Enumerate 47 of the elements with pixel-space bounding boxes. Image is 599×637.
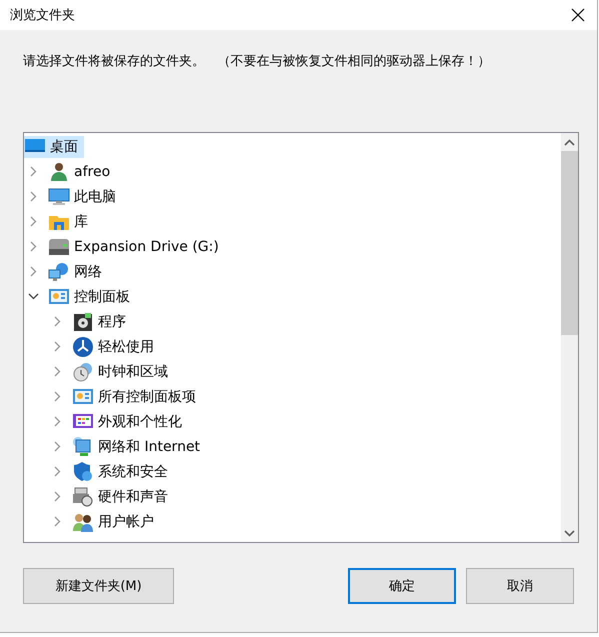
expand-chevron-icon[interactable] bbox=[52, 316, 63, 327]
tree-item[interactable]: afreo bbox=[48, 160, 116, 182]
expand-chevron-icon[interactable] bbox=[28, 241, 39, 252]
close-icon[interactable] bbox=[571, 8, 585, 22]
tree-item[interactable]: 所有控制面板项 bbox=[72, 386, 202, 408]
tree-item[interactable]: 桌面 bbox=[24, 136, 84, 158]
tree-item[interactable]: 轻松使用 bbox=[72, 336, 160, 358]
expand-chevron-icon[interactable] bbox=[52, 516, 63, 527]
expand-chevron-icon[interactable] bbox=[52, 366, 63, 377]
tree-item[interactable]: 系统和安全 bbox=[72, 460, 174, 482]
expand-chevron-icon[interactable] bbox=[52, 441, 63, 452]
scroll-up-icon[interactable] bbox=[564, 138, 575, 146]
network-icon bbox=[48, 260, 70, 282]
ok-button[interactable]: 确定 bbox=[348, 568, 456, 604]
expand-chevron-icon[interactable] bbox=[28, 216, 39, 227]
accessibility-icon bbox=[72, 336, 94, 358]
expand-chevron-icon[interactable] bbox=[28, 191, 39, 202]
expand-chevron-icon[interactable] bbox=[52, 341, 63, 352]
cancel-button[interactable]: 取消 bbox=[466, 568, 574, 604]
tree-item[interactable]: 外观和个性化 bbox=[72, 410, 188, 432]
user-icon bbox=[48, 160, 70, 182]
tree-item[interactable]: 网络和 Internet bbox=[72, 436, 206, 458]
tree-item[interactable]: 控制面板 bbox=[48, 286, 136, 308]
scroll-down-icon[interactable] bbox=[564, 530, 575, 536]
scrollbar[interactable] bbox=[561, 133, 578, 542]
tree-item[interactable]: 时钟和区域 bbox=[72, 360, 174, 382]
expand-chevron-icon[interactable] bbox=[52, 416, 63, 427]
collapse-chevron-icon[interactable] bbox=[28, 291, 39, 302]
expand-chevron-icon[interactable] bbox=[52, 466, 63, 477]
instruction-text: 请选择文件将被保存的文件夹。 （不要在与被恢复文件相同的驱动器上保存！） bbox=[23, 53, 492, 70]
tree-item[interactable]: 网络 bbox=[48, 260, 108, 282]
tree-item[interactable]: 库 bbox=[48, 210, 94, 232]
tree-item[interactable]: 程序 bbox=[72, 310, 132, 332]
expand-chevron-icon[interactable] bbox=[52, 491, 63, 502]
printer-icon bbox=[72, 486, 94, 508]
tree-item[interactable]: 此电脑 bbox=[48, 186, 122, 208]
window-title: 浏览文件夹 bbox=[10, 7, 75, 24]
clock-icon bbox=[72, 360, 94, 382]
new-folder-button[interactable]: 新建文件夹(M) bbox=[23, 568, 174, 604]
expand-chevron-icon[interactable] bbox=[52, 391, 63, 402]
tree-item[interactable]: 用户帐户 bbox=[72, 510, 160, 532]
tree-item[interactable]: Expansion Drive (G:) bbox=[48, 236, 225, 258]
tree-item[interactable]: 硬件和声音 bbox=[72, 486, 174, 508]
expand-chevron-icon[interactable] bbox=[28, 266, 39, 277]
shield-icon bbox=[72, 460, 94, 482]
monitor-icon bbox=[48, 186, 70, 208]
expand-chevron-icon[interactable] bbox=[28, 166, 39, 177]
